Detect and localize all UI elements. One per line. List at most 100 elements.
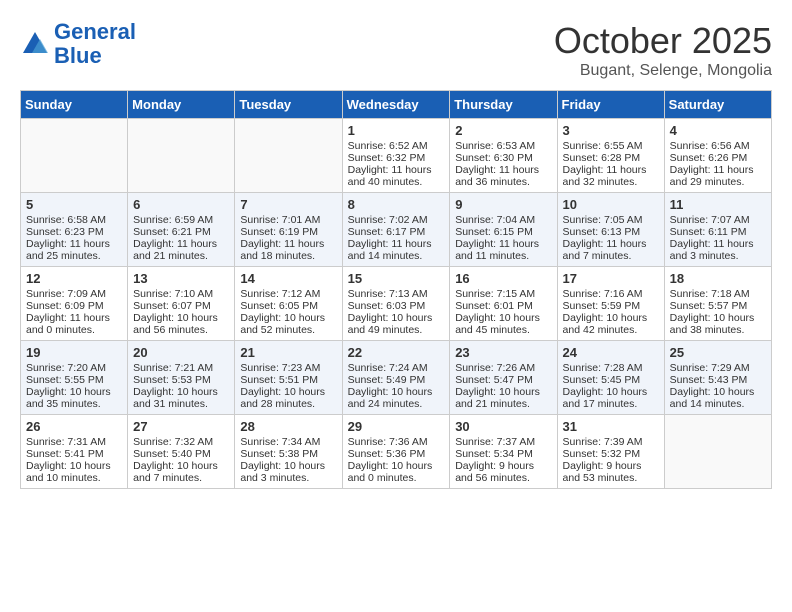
- calendar-cell: 25Sunrise: 7:29 AMSunset: 5:43 PMDayligh…: [664, 341, 771, 415]
- day-info: Daylight: 10 hours and 42 minutes.: [563, 312, 659, 336]
- calendar-cell: [21, 119, 128, 193]
- day-info: Sunset: 6:26 PM: [670, 152, 766, 164]
- day-info: Daylight: 10 hours and 10 minutes.: [26, 460, 122, 484]
- day-info: Daylight: 11 hours and 14 minutes.: [348, 238, 445, 262]
- logo-line2: Blue: [54, 43, 102, 68]
- day-info: Sunrise: 7:36 AM: [348, 436, 445, 448]
- week-row-2: 5Sunrise: 6:58 AMSunset: 6:23 PMDaylight…: [21, 193, 772, 267]
- logo-text: General Blue: [54, 20, 136, 68]
- day-info: Sunset: 5:47 PM: [455, 374, 551, 386]
- day-info: Sunrise: 7:24 AM: [348, 362, 445, 374]
- day-info: Sunrise: 7:23 AM: [240, 362, 336, 374]
- day-info: Daylight: 11 hours and 21 minutes.: [133, 238, 229, 262]
- week-row-4: 19Sunrise: 7:20 AMSunset: 5:55 PMDayligh…: [21, 341, 772, 415]
- calendar-cell: 22Sunrise: 7:24 AMSunset: 5:49 PMDayligh…: [342, 341, 450, 415]
- day-info: Daylight: 10 hours and 56 minutes.: [133, 312, 229, 336]
- day-info: Daylight: 11 hours and 3 minutes.: [670, 238, 766, 262]
- day-number: 7: [240, 197, 336, 212]
- day-info: Daylight: 10 hours and 7 minutes.: [133, 460, 229, 484]
- day-info: Daylight: 11 hours and 32 minutes.: [563, 164, 659, 188]
- day-number: 27: [133, 419, 229, 434]
- calendar-cell: 17Sunrise: 7:16 AMSunset: 5:59 PMDayligh…: [557, 267, 664, 341]
- day-info: Daylight: 11 hours and 18 minutes.: [240, 238, 336, 262]
- calendar-cell: 20Sunrise: 7:21 AMSunset: 5:53 PMDayligh…: [128, 341, 235, 415]
- day-number: 3: [563, 123, 659, 138]
- day-number: 9: [455, 197, 551, 212]
- day-info: Sunset: 6:21 PM: [133, 226, 229, 238]
- logo-line1: General: [54, 19, 136, 44]
- day-info: Sunset: 5:49 PM: [348, 374, 445, 386]
- day-info: Sunset: 6:01 PM: [455, 300, 551, 312]
- day-info: Sunrise: 6:52 AM: [348, 140, 445, 152]
- day-info: Sunset: 5:34 PM: [455, 448, 551, 460]
- location: Bugant, Selenge, Mongolia: [554, 62, 772, 80]
- day-number: 10: [563, 197, 659, 212]
- header-row: SundayMondayTuesdayWednesdayThursdayFrid…: [21, 91, 772, 119]
- day-info: Sunrise: 7:15 AM: [455, 288, 551, 300]
- day-info: Sunset: 6:07 PM: [133, 300, 229, 312]
- day-info: Daylight: 10 hours and 3 minutes.: [240, 460, 336, 484]
- calendar-cell: 6Sunrise: 6:59 AMSunset: 6:21 PMDaylight…: [128, 193, 235, 267]
- day-number: 12: [26, 271, 122, 286]
- day-info: Sunset: 6:32 PM: [348, 152, 445, 164]
- day-info: Daylight: 10 hours and 21 minutes.: [455, 386, 551, 410]
- day-number: 21: [240, 345, 336, 360]
- day-info: Sunrise: 7:28 AM: [563, 362, 659, 374]
- day-info: Sunrise: 7:13 AM: [348, 288, 445, 300]
- day-number: 15: [348, 271, 445, 286]
- day-info: Daylight: 9 hours and 56 minutes.: [455, 460, 551, 484]
- day-info: Daylight: 11 hours and 29 minutes.: [670, 164, 766, 188]
- day-info: Sunset: 5:53 PM: [133, 374, 229, 386]
- day-info: Daylight: 9 hours and 53 minutes.: [563, 460, 659, 484]
- month-title: October 2025: [554, 20, 772, 62]
- day-info: Sunrise: 7:12 AM: [240, 288, 336, 300]
- day-header-sunday: Sunday: [21, 91, 128, 119]
- title-block: October 2025 Bugant, Selenge, Mongolia: [554, 20, 772, 80]
- day-info: Sunrise: 7:04 AM: [455, 214, 551, 226]
- calendar-cell: 13Sunrise: 7:10 AMSunset: 6:07 PMDayligh…: [128, 267, 235, 341]
- day-info: Sunset: 6:30 PM: [455, 152, 551, 164]
- day-header-monday: Monday: [128, 91, 235, 119]
- day-info: Daylight: 11 hours and 40 minutes.: [348, 164, 445, 188]
- day-info: Sunset: 6:19 PM: [240, 226, 336, 238]
- day-info: Sunset: 5:41 PM: [26, 448, 122, 460]
- day-number: 20: [133, 345, 229, 360]
- day-header-saturday: Saturday: [664, 91, 771, 119]
- day-info: Daylight: 10 hours and 24 minutes.: [348, 386, 445, 410]
- calendar-cell: 29Sunrise: 7:36 AMSunset: 5:36 PMDayligh…: [342, 415, 450, 489]
- calendar-cell: 31Sunrise: 7:39 AMSunset: 5:32 PMDayligh…: [557, 415, 664, 489]
- day-info: Sunset: 5:51 PM: [240, 374, 336, 386]
- day-info: Daylight: 10 hours and 0 minutes.: [348, 460, 445, 484]
- day-number: 25: [670, 345, 766, 360]
- day-info: Sunrise: 6:59 AM: [133, 214, 229, 226]
- day-info: Daylight: 10 hours and 17 minutes.: [563, 386, 659, 410]
- day-number: 8: [348, 197, 445, 212]
- day-info: Sunrise: 6:53 AM: [455, 140, 551, 152]
- day-number: 23: [455, 345, 551, 360]
- day-number: 1: [348, 123, 445, 138]
- day-info: Sunrise: 6:56 AM: [670, 140, 766, 152]
- calendar-cell: 15Sunrise: 7:13 AMSunset: 6:03 PMDayligh…: [342, 267, 450, 341]
- week-row-3: 12Sunrise: 7:09 AMSunset: 6:09 PMDayligh…: [21, 267, 772, 341]
- week-row-5: 26Sunrise: 7:31 AMSunset: 5:41 PMDayligh…: [21, 415, 772, 489]
- calendar-cell: 21Sunrise: 7:23 AMSunset: 5:51 PMDayligh…: [235, 341, 342, 415]
- day-info: Sunset: 6:13 PM: [563, 226, 659, 238]
- calendar-cell: 28Sunrise: 7:34 AMSunset: 5:38 PMDayligh…: [235, 415, 342, 489]
- day-info: Sunrise: 7:18 AM: [670, 288, 766, 300]
- day-number: 28: [240, 419, 336, 434]
- day-info: Sunrise: 7:32 AM: [133, 436, 229, 448]
- calendar-cell: 18Sunrise: 7:18 AMSunset: 5:57 PMDayligh…: [664, 267, 771, 341]
- day-info: Sunset: 6:28 PM: [563, 152, 659, 164]
- day-info: Sunset: 6:17 PM: [348, 226, 445, 238]
- day-info: Sunset: 6:09 PM: [26, 300, 122, 312]
- day-header-thursday: Thursday: [450, 91, 557, 119]
- day-info: Daylight: 10 hours and 52 minutes.: [240, 312, 336, 336]
- calendar-cell: [128, 119, 235, 193]
- day-number: 24: [563, 345, 659, 360]
- day-info: Sunrise: 7:07 AM: [670, 214, 766, 226]
- day-number: 5: [26, 197, 122, 212]
- week-row-1: 1Sunrise: 6:52 AMSunset: 6:32 PMDaylight…: [21, 119, 772, 193]
- day-header-tuesday: Tuesday: [235, 91, 342, 119]
- day-info: Sunrise: 7:10 AM: [133, 288, 229, 300]
- day-info: Sunset: 6:05 PM: [240, 300, 336, 312]
